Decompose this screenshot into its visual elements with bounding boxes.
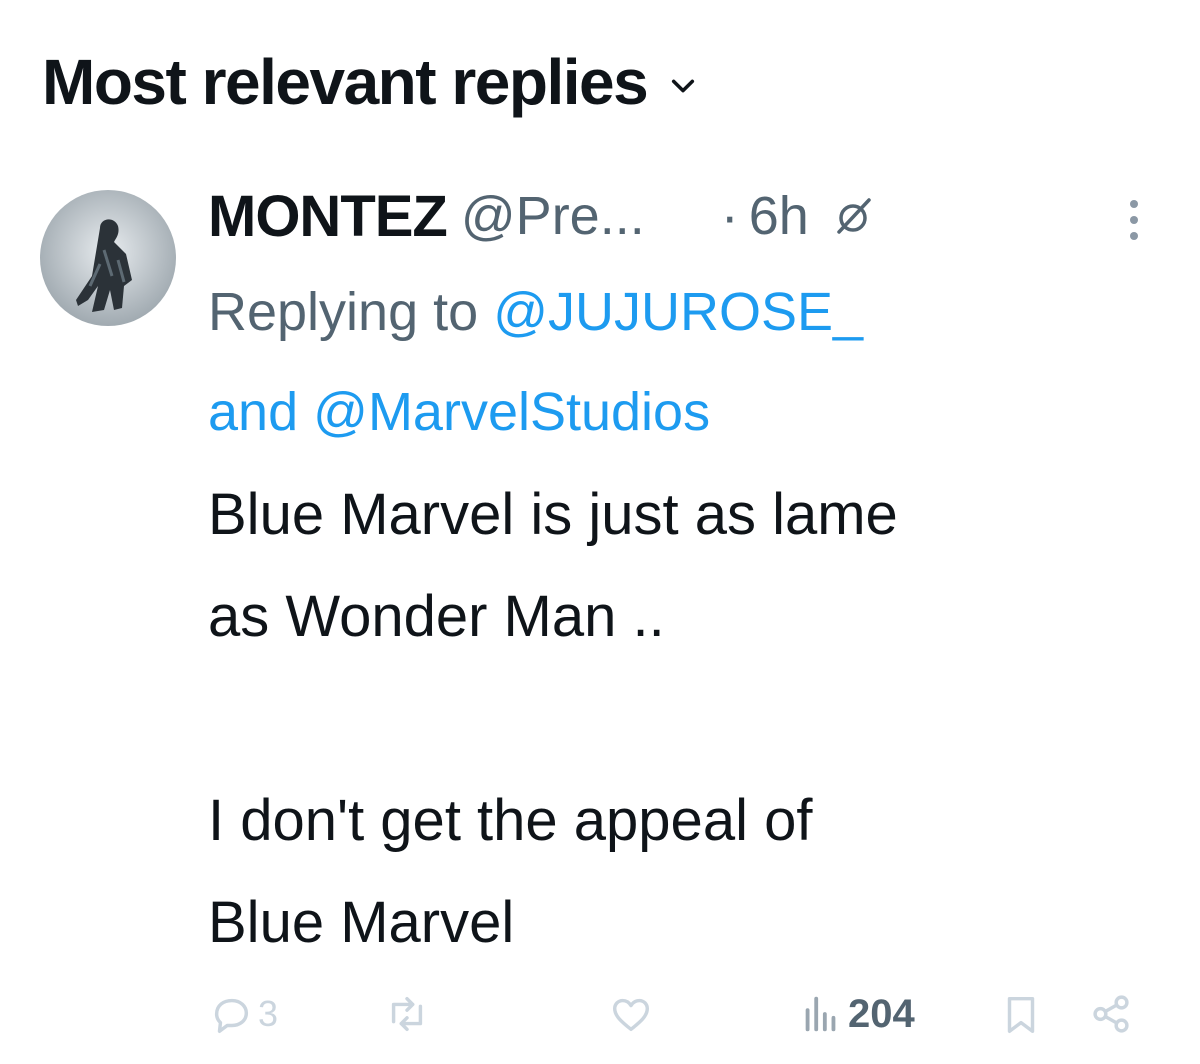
reply-text-line: Blue Marvel <box>208 890 515 955</box>
reply-text-line: Blue Marvel is just as lame <box>208 482 898 547</box>
bookmark-icon <box>1007 996 1035 1033</box>
reply-count: 3 <box>258 993 279 1034</box>
repost-button[interactable] <box>384 986 434 1042</box>
grok-icon[interactable] <box>831 194 875 238</box>
reply-button[interactable]: 3 <box>208 986 278 1042</box>
views-button[interactable]: 204 <box>798 986 915 1042</box>
replies-sort-title: Most relevant replies <box>42 46 649 118</box>
more-vertical-icon[interactable] <box>1124 196 1144 244</box>
reply-icon <box>214 998 249 1033</box>
chevron-down-icon <box>672 79 695 93</box>
reply-text: Blue Marvel is just as lame as Wonder Ma… <box>208 464 1168 974</box>
mention-link[interactable]: @MarvelStudios <box>313 382 710 442</box>
author-handle[interactable]: @Pre... <box>461 185 645 247</box>
share-button[interactable] <box>1088 986 1134 1042</box>
reply-text-line: I don't get the appeal of <box>208 788 813 853</box>
reply-text-line: as Wonder Man .. <box>208 584 665 649</box>
reply-timestamp[interactable]: 6h <box>749 185 809 247</box>
view-count: 204 <box>848 991 915 1036</box>
replying-to: Replying to @JUJUROSE_ and @MarvelStudio… <box>208 262 1108 462</box>
bookmark-button[interactable] <box>998 986 1044 1042</box>
views-icon <box>805 996 836 1032</box>
mention-link[interactable]: @JUJUROSE_ <box>493 282 863 342</box>
like-button[interactable] <box>608 986 658 1042</box>
reply-actions-bar: 3 204 <box>208 986 1168 1042</box>
reply-author-line: MONTEZ @Pre... · 6h <box>208 180 875 252</box>
avatar[interactable] <box>40 190 176 326</box>
share-icon <box>1093 995 1129 1033</box>
like-icon <box>612 998 650 1032</box>
avatar-image <box>40 190 176 326</box>
and-text: and <box>208 382 299 442</box>
author-display-name[interactable]: MONTEZ <box>208 183 448 250</box>
replies-sort-header[interactable]: Most relevant replies <box>42 42 697 122</box>
repost-icon <box>391 996 423 1032</box>
separator-dot: · <box>720 186 739 246</box>
replying-to-label: Replying to <box>208 282 479 342</box>
